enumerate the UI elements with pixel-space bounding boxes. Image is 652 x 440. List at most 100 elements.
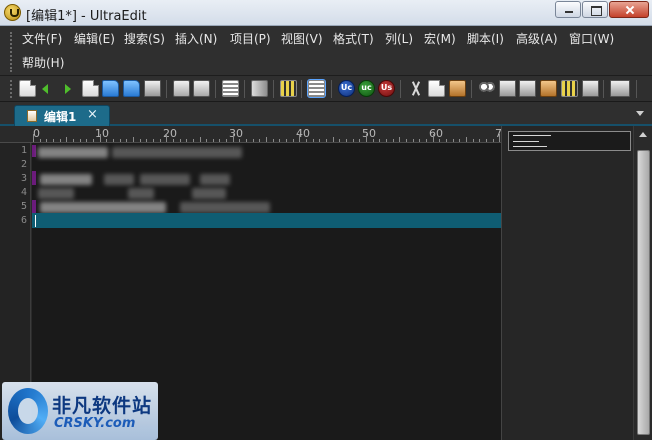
column-mode-icon[interactable] — [280, 80, 297, 97]
blurred-text — [112, 147, 242, 158]
forward-arrow-icon[interactable] — [59, 80, 76, 97]
ruler-tick — [180, 139, 181, 142]
replace-in-files-icon[interactable] — [540, 80, 557, 97]
menu-script[interactable]: 脚本(I) — [467, 29, 504, 49]
ruler-tick — [279, 139, 280, 142]
replace-icon[interactable] — [519, 80, 536, 97]
hex-edit-icon[interactable] — [251, 80, 268, 97]
ruler-tick — [453, 139, 454, 142]
ruler-tick — [313, 139, 314, 142]
ruler-tick — [113, 139, 114, 142]
save-icon[interactable] — [144, 80, 161, 97]
capitalize-icon[interactable]: Us — [378, 80, 395, 97]
properties-icon[interactable] — [222, 80, 239, 97]
tab-list-dropdown-icon[interactable] — [636, 111, 644, 116]
crsky-watermark-logo: 非凡软件站 CRSKY.com — [2, 382, 158, 440]
copy-icon[interactable] — [428, 80, 445, 97]
scroll-up-icon[interactable] — [639, 132, 647, 137]
minimap-viewport[interactable] — [508, 131, 631, 151]
ruler-tick — [239, 139, 240, 142]
cut-icon[interactable] — [407, 80, 424, 97]
minimize-button[interactable] — [555, 1, 581, 18]
scrollbar-thumb[interactable] — [637, 150, 650, 435]
menu-window[interactable]: 窗口(W) — [569, 29, 614, 49]
maximize-button[interactable] — [582, 1, 608, 18]
close-window-button[interactable] — [609, 1, 649, 18]
find-in-files-icon[interactable] — [499, 80, 516, 97]
ruler-tick — [426, 139, 427, 142]
menu-view[interactable]: 视图(V) — [281, 29, 323, 49]
menu-advanced[interactable]: 高级(A) — [516, 29, 558, 49]
blurred-text — [40, 174, 92, 185]
new-document-icon[interactable] — [82, 80, 99, 97]
blurred-text — [38, 147, 108, 158]
line-number: 3 — [20, 173, 27, 184]
tab-label: 编辑1 — [44, 110, 77, 124]
toolbar-grip-handle[interactable] — [10, 80, 13, 98]
ruler-tick — [359, 139, 360, 142]
ruler-tick — [226, 139, 227, 142]
ruler-tick — [120, 139, 121, 142]
tab-document-1[interactable]: 编辑1 × — [14, 105, 110, 126]
back-arrow-icon[interactable] — [39, 80, 56, 97]
paste-icon[interactable] — [449, 80, 466, 97]
new-file-icon[interactable] — [19, 80, 36, 97]
menu-macro[interactable]: 宏(M) — [424, 29, 456, 49]
line-number: 5 — [20, 201, 27, 212]
menu-edit[interactable]: 编辑(E) — [74, 29, 115, 49]
vertical-scrollbar[interactable] — [633, 126, 652, 440]
blurred-text — [200, 174, 230, 185]
output-window-icon[interactable] — [582, 80, 599, 97]
menu-file[interactable]: 文件(F) — [22, 29, 62, 49]
print-preview-icon[interactable] — [193, 80, 210, 97]
blurred-text — [180, 202, 270, 213]
open-folder-2-icon[interactable] — [123, 80, 140, 97]
document-icon — [27, 110, 37, 122]
menu-help[interactable]: 帮助(H) — [22, 53, 64, 73]
ruler-tick — [166, 134, 167, 142]
ruler-tick — [466, 137, 467, 142]
ruler-tick — [399, 137, 400, 142]
tab-close-icon[interactable]: × — [87, 107, 98, 122]
print-icon[interactable] — [173, 80, 190, 97]
ruler-tick — [433, 134, 434, 142]
ruler-tick — [173, 139, 174, 142]
list-view-icon[interactable] — [307, 79, 326, 98]
ruler-tick — [213, 139, 214, 142]
menu-search[interactable]: 搜索(S) — [124, 29, 165, 49]
blurred-text — [104, 174, 134, 185]
menu-project[interactable]: 项目(P) — [230, 29, 271, 49]
ruler-tick — [293, 139, 294, 142]
ruler-tick — [80, 139, 81, 142]
lowercase-icon[interactable]: uc — [358, 80, 375, 97]
watermark-chinese-text: 非凡软件站 — [52, 395, 153, 417]
find-icon[interactable] — [478, 80, 495, 97]
minimap-line — [513, 135, 551, 136]
ruler-tick — [373, 139, 374, 142]
macro-icon[interactable] — [561, 80, 578, 97]
menu-insert[interactable]: 插入(N) — [175, 29, 217, 49]
line-number: 1 — [20, 145, 27, 156]
ruler-tick — [473, 139, 474, 142]
menu-column[interactable]: 列(L) — [385, 29, 413, 49]
ruler-label: 0 — [33, 127, 40, 140]
ruler-tick — [339, 139, 340, 142]
ruler-tick — [259, 139, 260, 142]
ruler-tick — [73, 139, 74, 142]
ruler-tick — [53, 139, 54, 142]
toolbar-separator — [244, 80, 245, 98]
blurred-text — [38, 188, 74, 199]
toolbar-separator — [471, 80, 472, 98]
open-folder-icon[interactable] — [102, 80, 119, 97]
ruler-tick — [419, 139, 420, 142]
uppercase-icon[interactable]: Uc — [338, 80, 355, 97]
menubar-grip-handle[interactable] — [10, 32, 13, 72]
menu-format[interactable]: 格式(T) — [333, 29, 374, 49]
split-view-icon[interactable] — [610, 80, 630, 97]
ruler-tick — [153, 139, 154, 142]
window-title: [编辑1*] - UltraEdit — [26, 9, 147, 24]
ruler-tick — [46, 139, 47, 142]
column-ruler: 0 10 20 30 40 50 60 7 — [31, 126, 501, 143]
minimap-panel[interactable] — [501, 126, 652, 440]
ultraedit-app-icon[interactable] — [4, 4, 21, 21]
